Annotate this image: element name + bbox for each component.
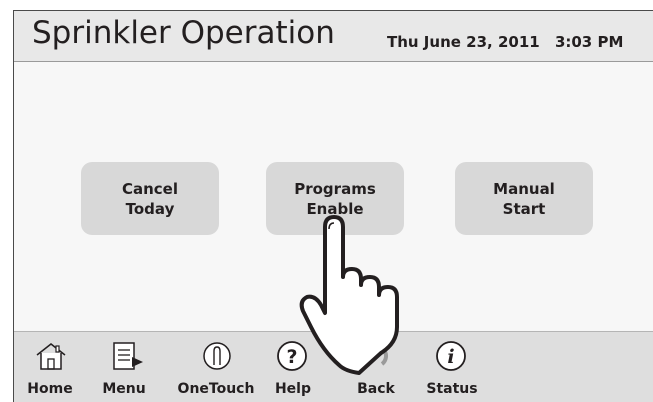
nav-menu-label: Menu [102, 381, 146, 397]
nav-back-label: Back [357, 381, 395, 397]
status-icon: i [436, 341, 466, 371]
header-bar: Sprinkler Operation Thu June 23, 2011 3:… [14, 11, 653, 62]
cancel-today-label-line1: Cancel [121, 179, 178, 198]
menu-icon [113, 342, 143, 370]
home-icon [36, 343, 66, 370]
nav-onetouch-label: OneTouch [177, 381, 255, 397]
date-text: Thu June 23, 2011 [387, 33, 540, 51]
manual-start-label-line2: Start [502, 199, 546, 218]
cancel-today-label-line2: Today [125, 199, 175, 218]
manual-start-label-line1: Manual [493, 179, 555, 198]
nav-menu[interactable]: Menu [84, 332, 164, 402]
page-title: Sprinkler Operation [32, 15, 335, 51]
nav-help-label: Help [274, 381, 312, 397]
pointing-hand-icon [299, 215, 399, 375]
cancel-today-button[interactable]: Cancel Today [81, 162, 219, 235]
nav-home[interactable]: Home [14, 332, 90, 402]
programs-enable-label-line1: Programs [294, 179, 376, 198]
nav-home-label: Home [27, 381, 73, 397]
nav-onetouch[interactable]: OneTouch [176, 332, 256, 402]
nav-status-label: Status [426, 381, 478, 397]
manual-start-button[interactable]: Manual Start [455, 162, 593, 235]
onetouch-icon [203, 342, 231, 370]
svg-text:i: i [447, 346, 454, 368]
time-text: 3:03 PM [554, 33, 624, 51]
date-time: Thu June 23, 2011 3:03 PM [387, 33, 633, 51]
